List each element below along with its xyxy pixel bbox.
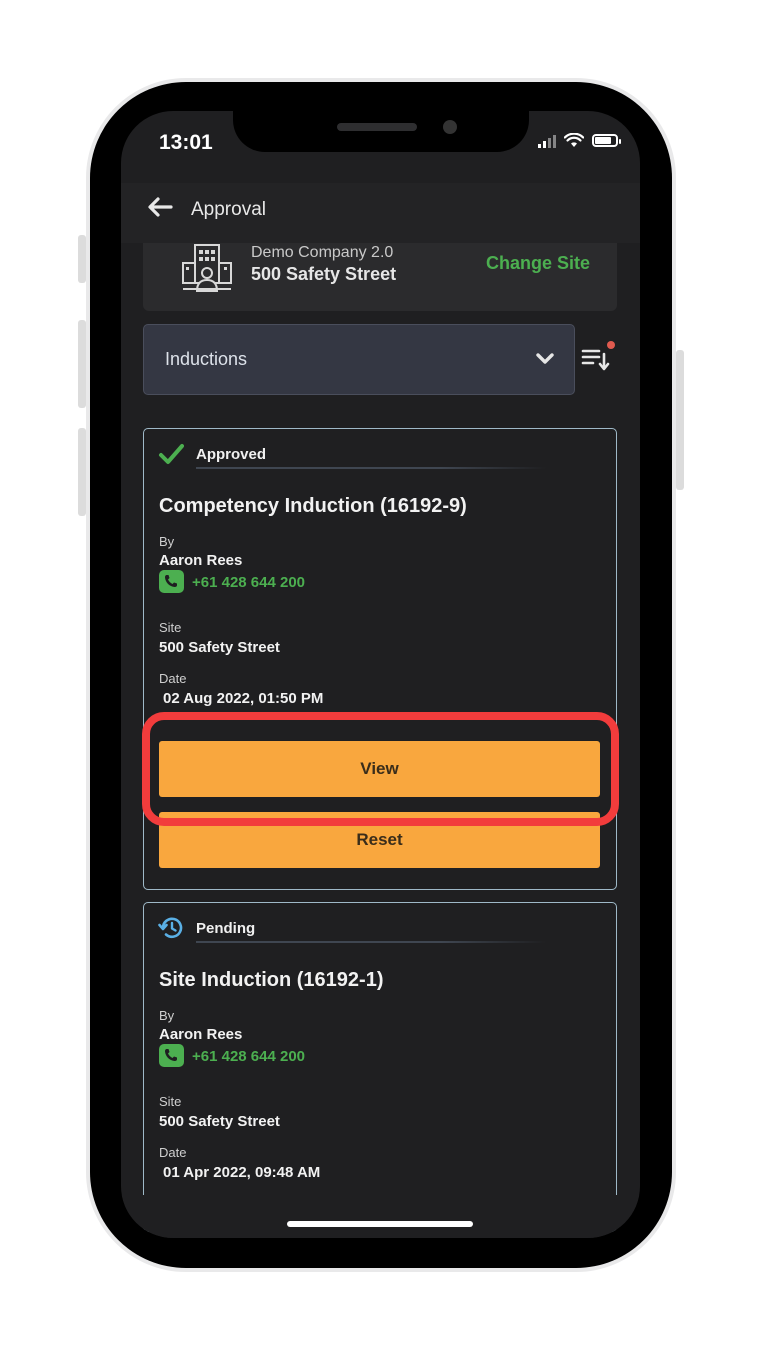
status-divider [196,941,546,943]
status-label: Approved [196,446,267,463]
phone-number[interactable]: +61 428 644 200 [192,574,305,591]
back-arrow-icon[interactable] [145,195,175,219]
speaker [337,123,417,131]
approval-card: Pending Site Induction (16192-1) By Aaro… [143,902,617,1232]
status-time: 13:01 [159,131,213,154]
mute-switch [78,235,86,283]
site-selector: Demo Company 2.0 500 Safety Street Chang… [143,243,617,311]
page-title: Approval [191,199,266,220]
highlight-annotation [142,712,619,826]
change-site-button[interactable]: Change Site [486,253,590,274]
sort-icon[interactable] [581,346,611,372]
status-icons [538,133,621,148]
check-icon [159,444,184,464]
signal-icon [538,134,556,148]
camera [443,120,457,134]
phone-number[interactable]: +61 428 644 200 [192,1048,305,1065]
by-value: Aaron Rees [159,1026,243,1043]
site-label: Site [159,1094,182,1109]
chevron-down-icon [536,353,554,364]
phone-icon[interactable] [159,570,184,593]
current-site-name: 500 Safety Street [251,264,397,284]
date-label: Date [159,1145,187,1160]
volume-down-button [78,428,86,516]
induction-title: Site Induction (16192-1) [159,969,384,991]
power-button [676,350,684,490]
phone-icon[interactable] [159,1044,184,1067]
wifi-icon [564,133,584,147]
dropdown-selected-value: Inductions [165,349,248,369]
induction-title: Competency Induction (16192-9) [159,495,467,517]
date-label: Date [159,671,187,686]
phone-screen: 13:01 Approval Demo Company 2.0 500 Safe… [121,111,640,1238]
notch [233,111,529,152]
by-value: Aaron Rees [159,552,243,569]
battery-icon [592,134,621,147]
by-label: By [159,534,175,549]
bottom-safe-area [121,1195,640,1238]
site-label: Site [159,620,182,635]
app-header: Approval [121,183,640,243]
company-name: Demo Company 2.0 [251,244,394,261]
date-value: 01 Apr 2022, 09:48 AM [163,1164,321,1181]
volume-up-button [78,320,86,408]
sort-active-indicator [607,341,615,349]
site-value: 500 Safety Street [159,639,280,656]
site-value: 500 Safety Street [159,1113,280,1130]
home-indicator[interactable] [287,1221,473,1227]
history-icon [158,917,183,939]
status-label: Pending [196,920,256,937]
type-filter-dropdown[interactable]: Inductions [143,324,575,395]
date-value: 02 Aug 2022, 01:50 PM [163,690,324,707]
by-label: By [159,1008,175,1023]
building-icon [182,244,232,292]
status-divider [196,467,546,469]
